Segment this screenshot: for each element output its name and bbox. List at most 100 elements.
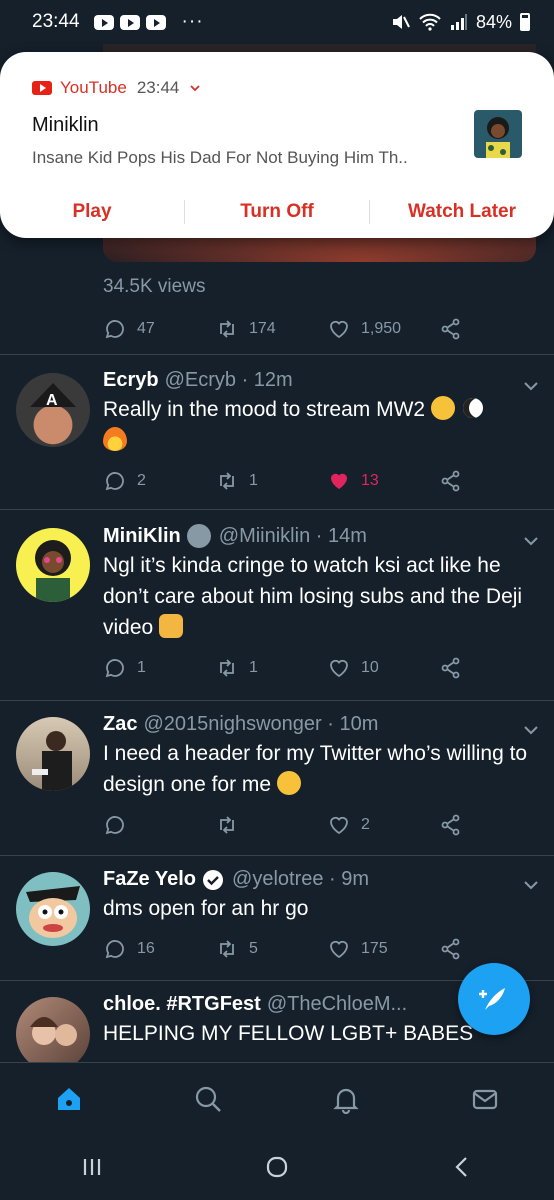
retweet-button[interactable]: 1 <box>215 469 327 493</box>
reply-button[interactable] <box>103 813 215 837</box>
reply-count: 47 <box>137 320 155 337</box>
tweet-author-name[interactable]: FaZe Yelo <box>103 868 196 891</box>
tweet-text: Ngl it’s kinda cringe to watch ksi act l… <box>103 554 523 639</box>
avatar[interactable] <box>16 872 90 946</box>
avatar[interactable] <box>16 997 90 1062</box>
compose-tweet-button[interactable] <box>458 963 530 1035</box>
youtube-notification[interactable]: YouTube 23:44 Miniklin Insane Kid Pops H… <box>0 52 554 238</box>
tweet-author-name[interactable]: chloe. #RTGFest <box>103 993 261 1016</box>
signal-icon <box>450 14 467 30</box>
compose-feather-icon <box>479 988 505 1010</box>
verified-badge-icon <box>203 869 224 890</box>
share-icon <box>441 814 460 836</box>
retweet-count: 174 <box>249 320 276 337</box>
watch-later-button[interactable]: Watch Later <box>370 201 554 223</box>
status-bar: 23:44 ··· 84% <box>0 0 554 44</box>
like-count: 1,950 <box>361 320 402 337</box>
reply-button[interactable]: 1 <box>103 656 215 680</box>
heart-filled-icon <box>331 473 347 489</box>
reply-icon <box>105 472 124 491</box>
reply-button[interactable]: 47 <box>103 317 215 341</box>
like-count: 175 <box>361 940 388 957</box>
tweet-author-handle: @yelotree · 9m <box>232 868 370 890</box>
heart-icon <box>330 940 348 959</box>
share-icon <box>441 318 460 340</box>
tweet-author-name[interactable]: Zac <box>103 713 137 736</box>
chevron-down-icon[interactable] <box>522 532 540 550</box>
home-circle-icon[interactable] <box>263 1153 291 1181</box>
tweet-text: I need a header for my Twitter who’s wil… <box>103 742 528 796</box>
like-button[interactable]: 175 <box>327 937 439 961</box>
share-icon <box>441 657 460 679</box>
like-button[interactable]: 10 <box>327 656 439 680</box>
play-button[interactable]: Play <box>0 201 184 223</box>
like-count: 2 <box>361 816 370 833</box>
mute-icon <box>392 15 410 29</box>
share-button[interactable] <box>439 656 463 680</box>
chevron-down-icon[interactable] <box>522 876 540 894</box>
reply-count: 16 <box>137 940 155 957</box>
messages-envelope-icon[interactable] <box>470 1084 500 1114</box>
eyes-emoji-icon <box>460 396 485 420</box>
retweet-button[interactable]: 174 <box>215 317 327 341</box>
battery-icon <box>520 13 530 31</box>
expand-chevron-icon[interactable] <box>189 82 201 94</box>
retweet-button[interactable]: 1 <box>215 656 327 680</box>
back-icon[interactable] <box>448 1153 476 1181</box>
notification-title: Miniklin <box>32 114 99 136</box>
tweet-author-handle: @2015nighswonger · 10m <box>143 713 379 735</box>
avatar[interactable]: A <box>16 373 90 447</box>
tweet-author-name[interactable]: Ecryb <box>103 369 159 392</box>
like-button[interactable]: 13 <box>327 469 439 493</box>
wifi-icon <box>419 13 441 31</box>
youtube-notification-icon <box>145 14 166 30</box>
share-icon <box>441 470 460 492</box>
avatar[interactable] <box>16 528 90 602</box>
reply-count: 2 <box>137 472 146 489</box>
tweet-author-name[interactable]: MiniKlin <box>103 525 181 548</box>
search-icon[interactable] <box>193 1084 223 1114</box>
like-button[interactable]: 2 <box>327 813 439 837</box>
turn-off-button[interactable]: Turn Off <box>185 201 369 223</box>
recent-apps-icon[interactable] <box>78 1153 106 1181</box>
tweet-actions: 1 1 10 <box>103 653 530 683</box>
heart-icon <box>330 816 348 835</box>
retweet-count: 1 <box>249 659 258 676</box>
fire-emoji-icon <box>103 427 127 451</box>
like-button[interactable]: 1,950 <box>327 317 439 341</box>
tweet-author-handle: @Ecryb · 12m <box>164 369 293 391</box>
avatar[interactable] <box>16 717 90 791</box>
share-button[interactable] <box>439 469 463 493</box>
retweet-button[interactable] <box>215 813 327 837</box>
tweet[interactable]: A Ecryb @Ecryb · 12m Really in the mood … <box>0 354 554 509</box>
tweet[interactable]: FaZe Yelo @yelotree · 9m dms open for an… <box>0 855 554 980</box>
share-button[interactable] <box>439 317 463 341</box>
chevron-down-icon[interactable] <box>522 377 540 395</box>
notifications-bell-icon[interactable] <box>331 1084 361 1114</box>
notification-time: 23:44 <box>136 78 180 97</box>
tweet[interactable]: Zac @2015nighswonger · 10m I need a head… <box>0 700 554 855</box>
video-tweet-actions: 47 174 1,950 <box>103 314 463 344</box>
reply-count: 1 <box>137 659 146 676</box>
shrug-emoji-icon <box>159 614 184 638</box>
thinking-emoji-icon <box>276 771 301 795</box>
chevron-down-icon[interactable] <box>522 721 540 739</box>
reply-button[interactable]: 16 <box>103 937 215 961</box>
retweet-icon <box>220 659 234 677</box>
reply-button[interactable]: 2 <box>103 469 215 493</box>
more-notifications-icon: ··· <box>181 11 204 32</box>
share-button[interactable] <box>439 813 463 837</box>
tweet-author-handle: @Miiniklin · 14m <box>218 524 367 547</box>
reply-icon <box>105 940 124 959</box>
tweet[interactable]: MiniKlin @Miiniklin · 14m Ngl it’s kinda… <box>0 509 554 700</box>
notification-actions: Play Turn Off Watch Later <box>0 192 554 232</box>
home-icon[interactable] <box>54 1084 84 1114</box>
share-button[interactable] <box>439 937 463 961</box>
status-right: 84% <box>390 12 530 33</box>
heart-icon <box>330 659 348 678</box>
retweet-icon <box>220 940 234 958</box>
notification-text: Insane Kid Pops His Dad For Not Buying H… <box>32 148 408 167</box>
tweet-actions: 2 1 13 <box>103 466 530 496</box>
retweet-button[interactable]: 5 <box>215 937 327 961</box>
tweet-text: dms open for an hr go <box>103 897 309 920</box>
